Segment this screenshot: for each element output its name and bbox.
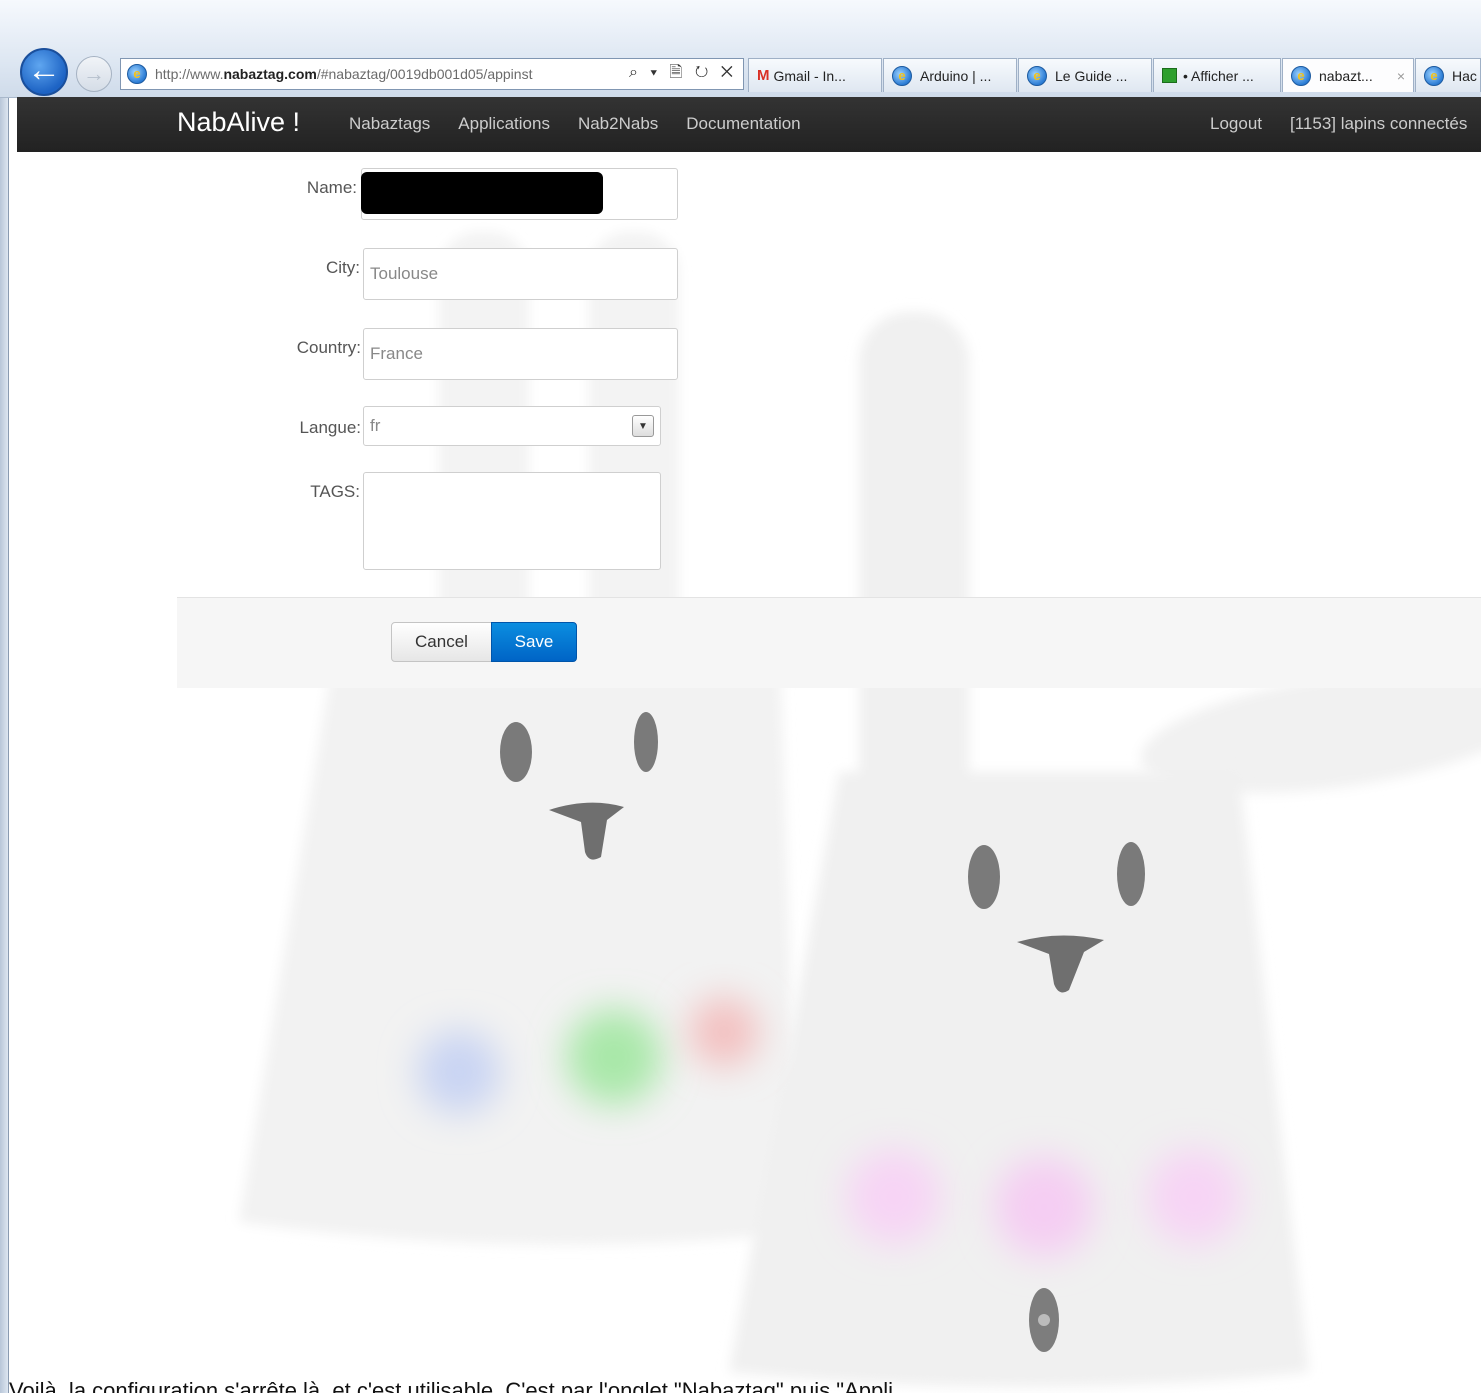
back-button[interactable]: ← xyxy=(20,48,68,96)
address-bar-controls-icon[interactable]: ⌕ ▾ 🗎 ↻ ✕ xyxy=(629,61,737,88)
nav-nab2nabs[interactable]: Nab2Nabs xyxy=(578,114,658,134)
city-label: City: xyxy=(326,258,360,277)
nabaztag-background-illustration xyxy=(239,232,1481,1387)
main-nav: Nabaztags Applications Nab2Nabs Document… xyxy=(349,114,801,134)
forward-button[interactable]: → xyxy=(76,56,112,92)
ie-tab-icon: e xyxy=(1291,65,1311,86)
redacted-name-value xyxy=(361,172,603,214)
nav-documentation[interactable]: Documentation xyxy=(686,114,800,134)
tab-label: Gmail - In... xyxy=(773,67,846,84)
url-prefix: http://www. xyxy=(155,66,224,82)
tab-afficher[interactable]: • Afficher ... xyxy=(1153,58,1281,92)
city-input[interactable]: Toulouse xyxy=(363,248,678,300)
nav-applications[interactable]: Applications xyxy=(458,114,550,134)
nav-right: Logout [1153] lapins connectés xyxy=(1210,114,1467,134)
tab-arduino[interactable]: e Arduino | ... xyxy=(883,58,1017,92)
address-bar[interactable]: e http://www. nabaztag.com/#nabaztag/0019… xyxy=(120,58,744,90)
name-label: Name: xyxy=(306,178,357,197)
tags-label: TAGS: xyxy=(310,482,360,501)
cancel-button[interactable]: Cancel xyxy=(391,622,492,662)
nav-logout[interactable]: Logout xyxy=(1210,114,1262,134)
tab-gmail[interactable]: M Gmail - In... xyxy=(748,58,882,92)
tags-textarea[interactable] xyxy=(363,472,661,570)
nav-nabaztags[interactable]: Nabaztags xyxy=(349,114,430,134)
tab-label: • Afficher ... xyxy=(1183,67,1254,84)
url-domain: nabaztag.com xyxy=(223,66,317,82)
site-navbar: NabAlive ! Nabaztags Applications Nab2Na… xyxy=(17,97,1481,152)
ie-tab-icon: e xyxy=(1424,65,1444,86)
langue-select[interactable]: fr ▼ xyxy=(363,406,661,446)
country-value: France xyxy=(370,344,423,363)
city-value: Toulouse xyxy=(370,264,439,283)
save-button[interactable]: Save xyxy=(491,622,577,662)
tab-label: Le Guide ... xyxy=(1055,67,1128,84)
ie-page-icon: e xyxy=(127,64,147,84)
tab-close-icon[interactable]: × xyxy=(1397,68,1405,84)
window-frame xyxy=(0,0,9,1393)
form-actions-bar xyxy=(177,597,1481,688)
tab-label: Hac xyxy=(1452,67,1477,84)
connected-count: [1153] lapins connectés xyxy=(1290,114,1468,133)
gmail-icon: M xyxy=(757,67,770,84)
page-caption-text: Voilà, la configuration s'arrête là, et … xyxy=(9,1380,894,1393)
green-square-icon xyxy=(1162,68,1177,83)
tab-le-guide[interactable]: e Le Guide ... xyxy=(1018,58,1152,92)
tab-label: nabazt... xyxy=(1319,67,1373,84)
url-path: /#nabaztag/0019db001d05/appinst xyxy=(316,66,533,82)
dropdown-arrow-icon[interactable]: ▼ xyxy=(632,415,654,437)
tab-hac[interactable]: e Hac xyxy=(1415,58,1481,92)
country-input[interactable]: France xyxy=(363,328,678,380)
brand-logo[interactable]: NabAlive ! xyxy=(177,107,300,138)
back-arrow-icon: ← xyxy=(27,51,61,89)
langue-label: Langue: xyxy=(299,418,361,437)
tab-label: Arduino | ... xyxy=(920,67,992,84)
ie-tab-icon: e xyxy=(1027,65,1047,86)
tab-nabaztag-active[interactable]: e nabazt... × xyxy=(1282,58,1414,92)
langue-value: fr xyxy=(370,416,381,435)
country-label: Country: xyxy=(296,338,361,357)
ie-tab-icon: e xyxy=(892,65,912,86)
browser-toolbar: ← → e http://www. nabaztag.com/#nabaztag/… xyxy=(0,0,1481,98)
forward-arrow-icon: → xyxy=(83,61,105,86)
